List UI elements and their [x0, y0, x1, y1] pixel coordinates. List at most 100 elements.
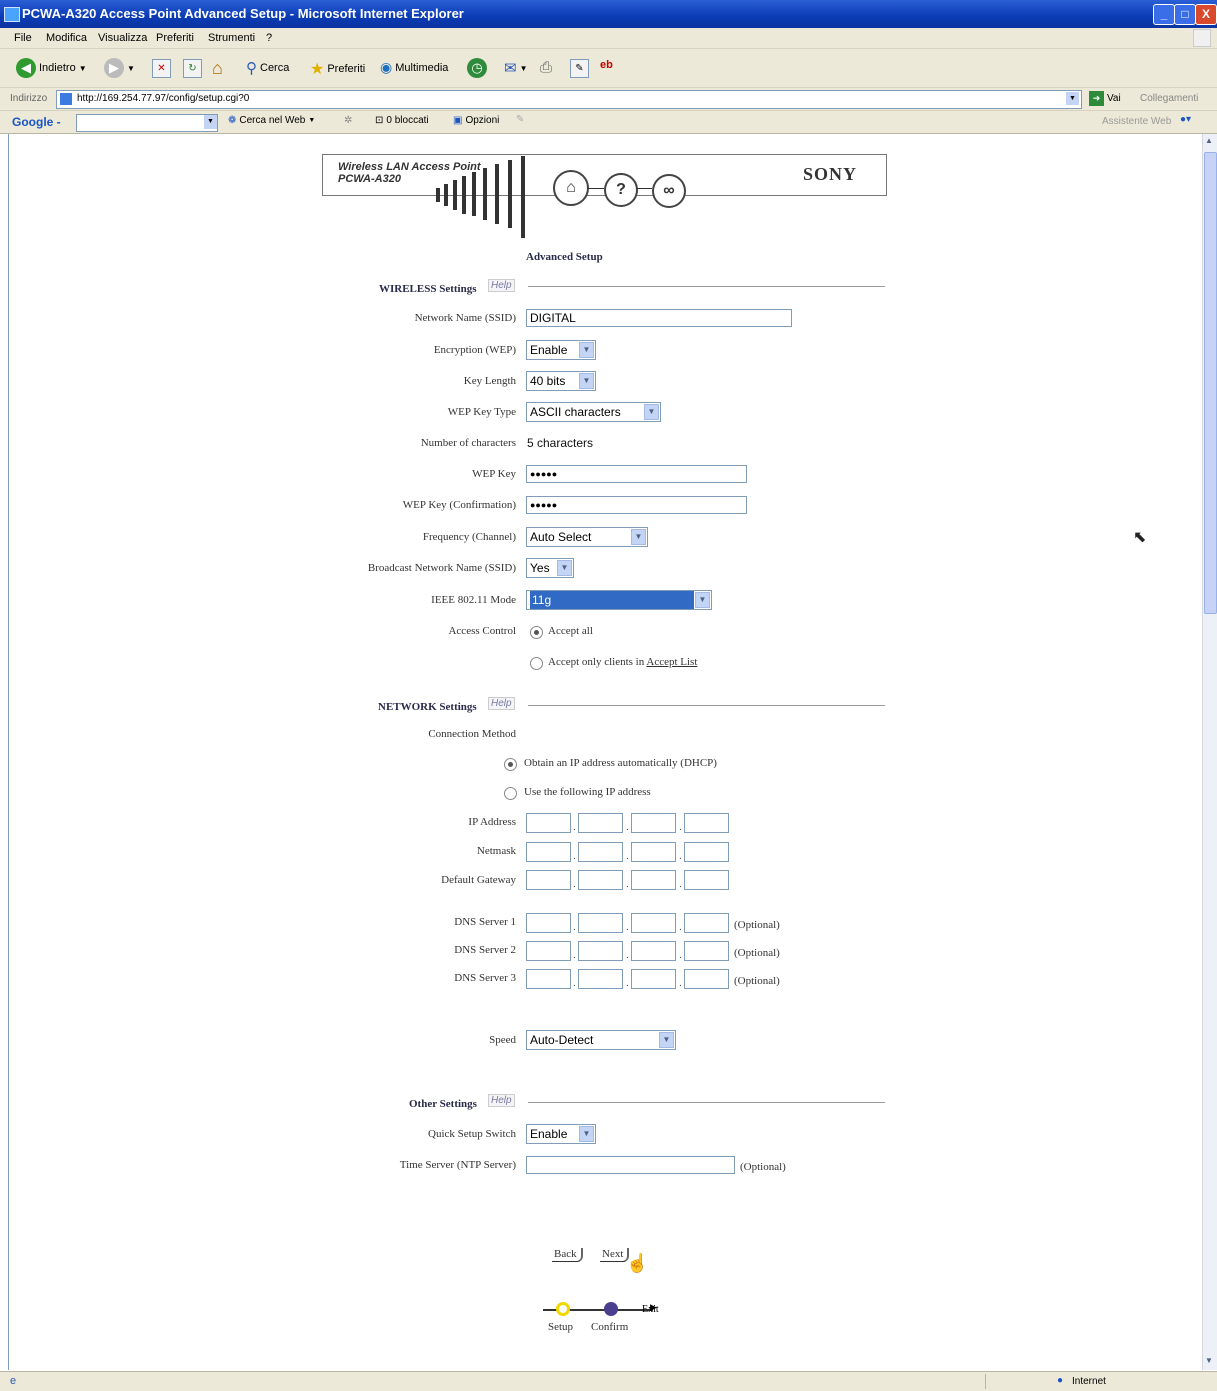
edit-button[interactable]: ✎	[570, 59, 589, 78]
step-setup-label: Setup	[548, 1321, 574, 1333]
gateway-octet-3[interactable]	[631, 870, 676, 890]
menu-preferiti[interactable]: Preferiti	[156, 32, 194, 44]
link-nav-button[interactable]: ∞	[652, 174, 686, 208]
google-search-input[interactable]: ▼	[76, 114, 218, 132]
dhcp-radio[interactable]	[504, 758, 517, 771]
address-input[interactable]: http://169.254.77.97/config/setup.cgi?0	[56, 90, 1082, 109]
time-server-input[interactable]	[526, 1156, 735, 1174]
netmask-octet-2[interactable]	[578, 842, 623, 862]
ip-octet-1[interactable]	[526, 813, 571, 833]
speed-select[interactable]: Auto-Detect ▼	[526, 1030, 676, 1050]
accept-list-link[interactable]: Accept List	[646, 656, 697, 668]
help-nav-button[interactable]: ?	[604, 173, 638, 207]
history-button[interactable]: ◷	[467, 58, 487, 78]
google-options-button[interactable]: ▣ Opzioni	[453, 115, 499, 126]
network-help-link[interactable]: Help	[488, 697, 515, 710]
refresh-button[interactable]: ↻	[183, 59, 202, 78]
window-titlebar: PCWA-A320 Access Point Advanced Setup - …	[0, 0, 1217, 28]
dns2-octet-4[interactable]	[684, 941, 729, 961]
wep-key-confirm-input[interactable]: ●●●●●	[526, 496, 747, 514]
web-assistant-label[interactable]: Assistente Web	[1102, 116, 1171, 127]
speed-label: Speed	[489, 1034, 516, 1046]
next-nav-button[interactable]: Next	[600, 1248, 630, 1262]
quick-setup-select[interactable]: Enable ▼	[526, 1124, 596, 1144]
ip-octet-4[interactable]	[684, 813, 729, 833]
links-label[interactable]: Collegamenti	[1140, 93, 1198, 104]
favorites-button[interactable]: ★ Preferiti	[310, 59, 365, 79]
ip-address-label: IP Address	[468, 816, 516, 828]
multimedia-button[interactable]: ◉ Multimedia	[380, 59, 448, 76]
print-button[interactable]: ⎙	[540, 59, 552, 76]
google-logo[interactable]: Google -	[12, 115, 61, 129]
decor-bar	[508, 160, 512, 228]
menu-strumenti[interactable]: Strumenti	[208, 32, 255, 44]
address-dropdown-icon[interactable]: ▼	[1066, 92, 1079, 105]
key-length-select[interactable]: 40 bits ▼	[526, 371, 596, 391]
mail-button[interactable]: ✉ ▼	[504, 59, 528, 77]
globe-icon[interactable]: ●▾	[1180, 114, 1191, 125]
dns3-octet-4[interactable]	[684, 969, 729, 989]
dns1-octet-4[interactable]	[684, 913, 729, 933]
decor-bar	[436, 188, 440, 202]
popup-blocker-button[interactable]: ⊡ 0 bloccati	[375, 115, 429, 126]
gateway-octet-4[interactable]	[684, 870, 729, 890]
menu-file[interactable]: File	[14, 32, 32, 44]
dns1-octet-2[interactable]	[578, 913, 623, 933]
menu-visualizza[interactable]: Visualizza	[98, 32, 147, 44]
ip-octet-3[interactable]	[631, 813, 676, 833]
go-button[interactable]: ➜ Vai	[1089, 91, 1121, 106]
maximize-button[interactable]: □	[1174, 4, 1196, 25]
ebay-button[interactable]: eb	[600, 59, 613, 71]
home-nav-button[interactable]: ⌂	[553, 170, 589, 206]
dns3-octet-3[interactable]	[631, 969, 676, 989]
static-ip-radio[interactable]	[504, 787, 517, 800]
ieee-mode-select[interactable]: 11g ▼	[526, 590, 712, 610]
wireless-help-link[interactable]: Help	[488, 279, 515, 292]
time-server-optional-note: (Optional)	[740, 1161, 786, 1173]
google-news-icon[interactable]: ✲	[344, 115, 352, 126]
broadcast-ssid-select[interactable]: Yes ▼	[526, 558, 574, 578]
scroll-down-icon[interactable]: ▼	[1205, 1356, 1213, 1365]
accept-list-radio[interactable]	[530, 657, 543, 670]
gateway-octet-1[interactable]	[526, 870, 571, 890]
minimize-button[interactable]: _	[1153, 4, 1175, 25]
accept-all-radio[interactable]	[530, 626, 543, 639]
google-toolbar: Google - ▼ ❁ Cerca nel Web ▼ ✲ ⊡ 0 blocc…	[0, 111, 1217, 134]
network-name-input[interactable]: DIGITAL	[526, 309, 792, 327]
netmask-octet-4[interactable]	[684, 842, 729, 862]
scrollbar-thumb[interactable]	[1204, 152, 1217, 614]
ip-octet-2[interactable]	[578, 813, 623, 833]
dns2-octet-2[interactable]	[578, 941, 623, 961]
forward-button[interactable]: ▶ ▼	[104, 58, 135, 78]
gateway-octet-2[interactable]	[578, 870, 623, 890]
search-button[interactable]: ⚲ Cerca	[246, 59, 289, 77]
home-button[interactable]: ⌂	[212, 58, 223, 79]
menu-help[interactable]: ?	[266, 32, 272, 44]
back-button[interactable]: ◀ Indietro ▼	[16, 58, 87, 78]
netmask-octet-3[interactable]	[631, 842, 676, 862]
frequency-select[interactable]: Auto Select ▼	[526, 527, 648, 547]
back-nav-button[interactable]: Back	[552, 1248, 583, 1262]
menu-modifica[interactable]: Modifica	[46, 32, 87, 44]
dns3-octet-1[interactable]	[526, 969, 571, 989]
wep-key-input[interactable]: ●●●●●	[526, 465, 747, 483]
dns1-octet-3[interactable]	[631, 913, 676, 933]
dns2-octet-1[interactable]	[526, 941, 571, 961]
connection-method-label: Connection Method	[428, 728, 516, 740]
stop-button[interactable]: ✕	[152, 59, 171, 78]
ieee-mode-label: IEEE 802.11 Mode	[431, 594, 516, 606]
globe-icon: ●	[1057, 1375, 1064, 1386]
close-button[interactable]: X	[1195, 4, 1217, 25]
scroll-up-icon[interactable]: ▲	[1205, 136, 1213, 145]
menubar: File Modifica Visualizza Preferiti Strum…	[0, 28, 1217, 49]
encryption-select[interactable]: Enable ▼	[526, 340, 596, 360]
google-search-web-button[interactable]: ❁ Cerca nel Web ▼	[228, 115, 315, 126]
dns1-octet-1[interactable]	[526, 913, 571, 933]
netmask-octet-1[interactable]	[526, 842, 571, 862]
time-server-label: Time Server (NTP Server)	[399, 1159, 516, 1171]
dns2-octet-3[interactable]	[631, 941, 676, 961]
other-help-link[interactable]: Help	[488, 1094, 515, 1107]
dns3-octet-2[interactable]	[578, 969, 623, 989]
highlight-icon[interactable]: ✎	[516, 114, 524, 125]
wep-key-type-select[interactable]: ASCII characters ▼	[526, 402, 661, 422]
